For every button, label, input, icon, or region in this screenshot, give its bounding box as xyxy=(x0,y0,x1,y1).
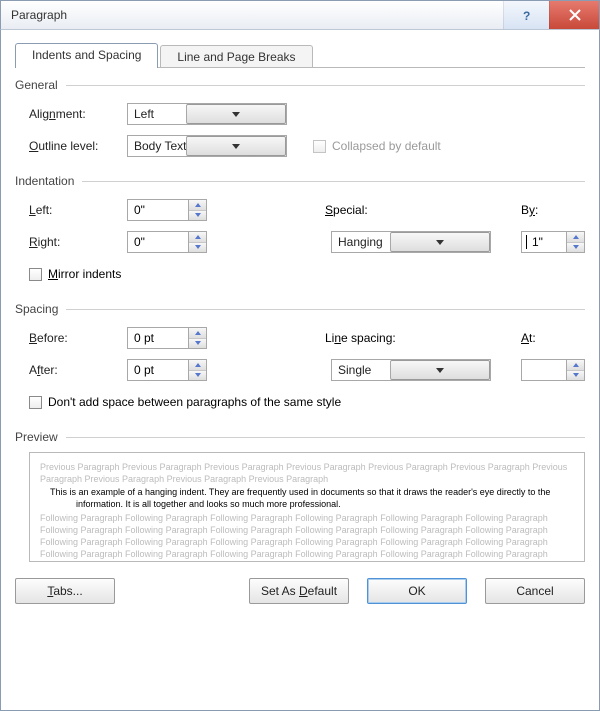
spin-up-icon[interactable] xyxy=(189,200,206,211)
line-spacing-label: Line spacing: xyxy=(325,331,485,345)
by-spinner[interactable]: 1" xyxy=(521,231,585,253)
dialog-body: Indents and Spacing Line and Page Breaks… xyxy=(0,30,600,711)
outline-value: Body Text xyxy=(128,139,186,153)
checkbox-icon xyxy=(29,396,42,409)
legend-indentation: Indentation xyxy=(15,174,74,188)
special-value: Hanging xyxy=(332,235,390,249)
section-indentation: Indentation Left: 0" Special: By: Right:… xyxy=(15,174,585,288)
chevron-down-icon[interactable] xyxy=(390,232,490,252)
by-label: By: xyxy=(521,203,585,217)
by-value: 1" xyxy=(528,235,543,249)
spin-down-icon[interactable] xyxy=(189,211,206,221)
preview-previous-text: Previous Paragraph Previous Paragraph Pr… xyxy=(40,461,574,485)
after-label: After: xyxy=(29,363,121,377)
tabs-button[interactable]: Tabs... xyxy=(15,578,115,604)
ok-button[interactable]: OK xyxy=(367,578,467,604)
at-label: At: xyxy=(521,331,585,345)
section-spacing: Spacing Before: 0 pt Line spacing: At: A… xyxy=(15,302,585,416)
at-value xyxy=(522,360,566,380)
at-spinner[interactable] xyxy=(521,359,585,381)
spin-down-icon[interactable] xyxy=(189,243,206,253)
preview-following-text: Following Paragraph Following Paragraph … xyxy=(40,512,574,562)
mirror-label: Mirror indents xyxy=(48,267,121,281)
svg-text:?: ? xyxy=(523,9,530,22)
special-label: Special: xyxy=(325,203,485,217)
no-space-label: Don't add space between paragraphs of th… xyxy=(48,395,341,409)
collapsed-checkbox: Collapsed by default xyxy=(313,139,441,153)
before-label: Before: xyxy=(29,331,121,345)
chevron-down-icon[interactable] xyxy=(186,136,286,156)
dialog-footer: Tabs... Set As Default OK Cancel xyxy=(15,578,585,604)
outline-combo[interactable]: Body Text xyxy=(127,135,287,157)
tab-strip: Indents and Spacing Line and Page Breaks xyxy=(15,42,585,68)
alignment-combo[interactable]: Left xyxy=(127,103,287,125)
spin-up-icon[interactable] xyxy=(189,232,206,243)
help-button[interactable]: ? xyxy=(503,1,549,29)
spin-up-icon[interactable] xyxy=(189,360,206,371)
line-spacing-combo[interactable]: Single xyxy=(331,359,491,381)
cancel-button[interactable]: Cancel xyxy=(485,578,585,604)
no-space-same-style-checkbox[interactable]: Don't add space between paragraphs of th… xyxy=(29,395,341,409)
before-value: 0 pt xyxy=(128,328,188,348)
legend-general: General xyxy=(15,78,58,92)
spin-down-icon[interactable] xyxy=(567,371,584,381)
after-spinner[interactable]: 0 pt xyxy=(127,359,207,381)
chevron-down-icon[interactable] xyxy=(186,104,286,124)
spin-down-icon[interactable] xyxy=(567,243,584,253)
indent-left-spinner[interactable]: 0" xyxy=(127,199,207,221)
checkbox-icon xyxy=(29,268,42,281)
chevron-down-icon[interactable] xyxy=(390,360,490,380)
indent-right-label: Right: xyxy=(29,235,121,249)
mirror-indents-checkbox[interactable]: Mirror indents xyxy=(29,267,121,281)
set-as-default-button[interactable]: Set As Default xyxy=(249,578,349,604)
indent-left-label: Left: xyxy=(29,203,121,217)
legend-preview: Preview xyxy=(15,430,58,444)
tab-indents-spacing[interactable]: Indents and Spacing xyxy=(15,43,158,68)
outline-label: Outline level: xyxy=(29,139,121,153)
spin-down-icon[interactable] xyxy=(189,371,206,381)
spin-up-icon[interactable] xyxy=(189,328,206,339)
spin-up-icon[interactable] xyxy=(567,232,584,243)
titlebar: Paragraph ? xyxy=(0,0,600,30)
section-preview: Preview Previous Paragraph Previous Para… xyxy=(15,430,585,562)
collapsed-label: Collapsed by default xyxy=(332,139,441,153)
alignment-label: Alignment: xyxy=(29,107,121,121)
tab-line-page-breaks[interactable]: Line and Page Breaks xyxy=(160,45,312,67)
line-spacing-value: Single xyxy=(332,363,390,377)
special-combo[interactable]: Hanging xyxy=(331,231,491,253)
preview-sample-text: This is an example of a hanging indent. … xyxy=(40,486,574,510)
indent-right-spinner[interactable]: 0" xyxy=(127,231,207,253)
checkbox-icon xyxy=(313,140,326,153)
legend-spacing: Spacing xyxy=(15,302,58,316)
close-button[interactable] xyxy=(549,1,599,29)
section-general: General Alignment: Left Outline level: B… xyxy=(15,78,585,160)
before-spinner[interactable]: 0 pt xyxy=(127,327,207,349)
indent-right-value: 0" xyxy=(128,232,188,252)
window-title: Paragraph xyxy=(1,1,503,29)
preview-pane: Previous Paragraph Previous Paragraph Pr… xyxy=(29,452,585,562)
after-value: 0 pt xyxy=(128,360,188,380)
alignment-value: Left xyxy=(128,107,186,121)
indent-left-value: 0" xyxy=(128,200,188,220)
spin-down-icon[interactable] xyxy=(189,339,206,349)
spin-up-icon[interactable] xyxy=(567,360,584,371)
